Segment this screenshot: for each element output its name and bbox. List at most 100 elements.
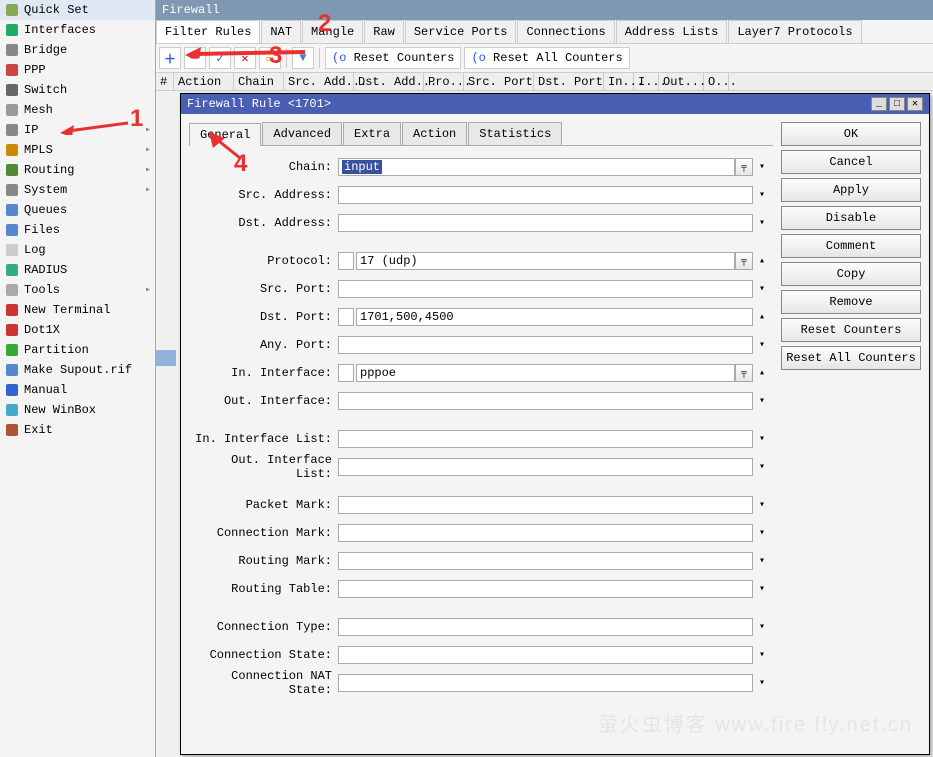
sidebar-item-radius[interactable]: RADIUS [0,260,155,280]
dialog-tab-extra[interactable]: Extra [343,122,401,145]
field-protocol[interactable] [356,252,735,270]
sidebar-item-new-terminal[interactable]: New Terminal [0,300,155,320]
field-outinterface[interactable] [338,392,753,410]
col-header[interactable]: O... [704,73,729,90]
col-header[interactable]: Pro... [424,73,464,90]
expand-protocol[interactable]: ▴ [755,252,769,270]
dialog-titlebar[interactable]: Firewall Rule <1701> _ □ ✕ [181,94,929,114]
close-button[interactable]: ✕ [907,97,923,111]
expand-connectionstate[interactable]: ▾ [755,646,769,664]
sidebar-item-interfaces[interactable]: Interfaces [0,20,155,40]
sidebar-item-files[interactable]: Files [0,220,155,240]
negate-dstport[interactable] [338,308,354,326]
field-routingmark[interactable] [338,552,753,570]
field-packetmark[interactable] [338,496,753,514]
col-header[interactable]: I... [634,73,659,90]
dialog-tab-advanced[interactable]: Advanced [262,122,342,145]
expand-ininterfacelist[interactable]: ▾ [755,430,769,448]
tab-raw[interactable]: Raw [364,20,404,43]
sidebar-item-make-supout-rif[interactable]: Make Supout.rif [0,360,155,380]
expand-ininterface[interactable]: ▴ [755,364,769,382]
comment-button[interactable]: Comment [781,234,921,258]
sidebar-item-quick-set[interactable]: Quick Set [0,0,155,20]
sidebar-item-new-winbox[interactable]: New WinBox [0,400,155,420]
expand-chain[interactable]: ▾ [755,158,769,176]
tab-address-lists[interactable]: Address Lists [616,20,728,43]
col-header[interactable]: Chain [234,73,284,90]
field-connectionnatstate[interactable] [338,674,753,692]
sidebar-item-log[interactable]: Log [0,240,155,260]
col-header[interactable]: Src. Add... [284,73,354,90]
tab-service-ports[interactable]: Service Ports [405,20,517,43]
field-anyport[interactable] [338,336,753,354]
dialog-tab-statistics[interactable]: Statistics [468,122,562,145]
col-header[interactable]: Action [174,73,234,90]
field-dstport[interactable] [356,308,753,326]
disable-button[interactable]: Disable [781,206,921,230]
tab-filter-rules[interactable]: Filter Rules [156,20,260,43]
negate-ininterface[interactable] [338,364,354,382]
dialog-tab-action[interactable]: Action [402,122,467,145]
minimize-button[interactable]: _ [871,97,887,111]
field-ininterfacelist[interactable] [338,430,753,448]
reset-counters-button[interactable]: (o Reset Counters [325,47,461,69]
sidebar-item-routing[interactable]: Routing▸ [0,160,155,180]
expand-anyport[interactable]: ▾ [755,336,769,354]
sidebar-item-exit[interactable]: Exit [0,420,155,440]
sidebar-item-mesh[interactable]: Mesh [0,100,155,120]
sidebar-item-dot1x[interactable]: Dot1X [0,320,155,340]
col-header[interactable]: Dst. Add... [354,73,424,90]
field-connectionstate[interactable] [338,646,753,664]
disable-button[interactable]: ✕ [234,47,256,69]
sidebar-item-switch[interactable]: Switch [0,80,155,100]
apply-button[interactable]: Apply [781,178,921,202]
expand-dstaddress[interactable]: ▾ [755,214,769,232]
sidebar-item-bridge[interactable]: Bridge [0,40,155,60]
sidebar-item-ppp[interactable]: PPP [0,60,155,80]
col-header[interactable]: Src. Port [464,73,534,90]
dropdown-chain[interactable]: ╤ [735,158,753,176]
expand-routingmark[interactable]: ▾ [755,552,769,570]
sidebar-item-ip[interactable]: IP▸ [0,120,155,140]
tab-mangle[interactable]: Mangle [302,20,363,43]
col-header[interactable]: Dst. Port [534,73,604,90]
filter-button[interactable]: ▼ [292,47,314,69]
ok-button[interactable]: OK [781,122,921,146]
reset-all-counters-button[interactable]: (o Reset All Counters [464,47,629,69]
tab-nat[interactable]: NAT [261,20,301,43]
expand-connectiontype[interactable]: ▾ [755,618,769,636]
field-ininterface[interactable] [356,364,735,382]
expand-srcaddress[interactable]: ▾ [755,186,769,204]
negate-protocol[interactable] [338,252,354,270]
sidebar-item-mpls[interactable]: MPLS▸ [0,140,155,160]
reset-all-counters-button[interactable]: Reset All Counters [781,346,921,370]
add-button[interactable]: ＋ [159,47,181,69]
dropdown-protocol[interactable]: ╤ [735,252,753,270]
expand-connectionmark[interactable]: ▾ [755,524,769,542]
expand-dstport[interactable]: ▴ [755,308,769,326]
dialog-tab-general[interactable]: General [189,123,261,146]
field-srcport[interactable] [338,280,753,298]
remove-button[interactable]: Remove [781,290,921,314]
copy-button[interactable]: Copy [781,262,921,286]
tab-layer7-protocols[interactable]: Layer7 Protocols [728,20,861,43]
expand-packetmark[interactable]: ▾ [755,496,769,514]
field-connectiontype[interactable] [338,618,753,636]
expand-routingtable[interactable]: ▾ [755,580,769,598]
sidebar-item-partition[interactable]: Partition [0,340,155,360]
expand-connectionnatstate[interactable]: ▾ [755,674,769,692]
cancel-button[interactable]: Cancel [781,150,921,174]
col-header[interactable]: In... [604,73,634,90]
field-srcaddress[interactable] [338,186,753,204]
field-dstaddress[interactable] [338,214,753,232]
sidebar-item-system[interactable]: System▸ [0,180,155,200]
sidebar-item-tools[interactable]: Tools▸ [0,280,155,300]
maximize-button[interactable]: □ [889,97,905,111]
field-routingtable[interactable] [338,580,753,598]
remove-button[interactable]: — [184,47,206,69]
expand-srcport[interactable]: ▾ [755,280,769,298]
expand-outinterfacelist[interactable]: ▾ [755,458,769,476]
tab-connections[interactable]: Connections [517,20,614,43]
enable-button[interactable]: ✓ [209,47,231,69]
col-header[interactable]: Out... [659,73,704,90]
